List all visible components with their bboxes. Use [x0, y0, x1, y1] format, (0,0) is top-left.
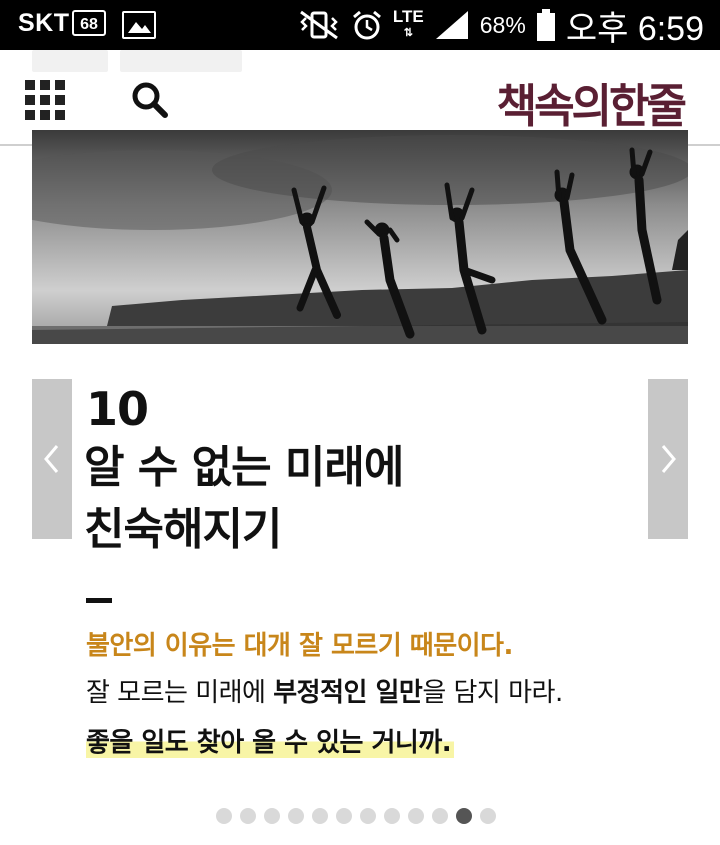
page-dot[interactable]: [360, 808, 376, 824]
hero-photo: [32, 130, 688, 344]
status-bar: SKT 68 LTE ⇅ 68% 오후 6:59: [0, 0, 720, 50]
ghost-tab: [32, 50, 108, 72]
next-slide-button[interactable]: [648, 379, 688, 539]
signal-icon: [435, 11, 468, 39]
search-icon[interactable]: [130, 80, 170, 120]
clock: 오후 6:59: [565, 9, 704, 48]
battery-percent: 68%: [479, 11, 526, 38]
highlighted-text: 좋을 일도 찾아 올 수 있는 거니까.: [86, 728, 455, 758]
page-dot[interactable]: [336, 808, 352, 824]
card-title-line: 친숙해지기: [84, 504, 282, 555]
ghost-tab: [120, 50, 242, 72]
page-dot[interactable]: [480, 808, 496, 824]
page-dot[interactable]: [240, 808, 256, 824]
status-icons: LTE ⇅ 68% 오후 6:59: [297, 4, 704, 48]
quote-text: 을 담지 마라.: [422, 678, 563, 708]
app-logo[interactable]: 책속의한줄: [497, 68, 687, 135]
page-dot[interactable]: [216, 808, 232, 824]
prev-slide-button[interactable]: [32, 379, 72, 539]
page-dot[interactable]: [288, 808, 304, 824]
card-title: 알 수 없는 미래에 친숙해지기: [84, 437, 404, 561]
quote-line: 잘 모르는 미래에 부정적인 일만을 담지 마라.: [86, 672, 563, 709]
page-dot[interactable]: [312, 808, 328, 824]
page-dot[interactable]: [408, 808, 424, 824]
notification-badge: 68: [72, 10, 106, 36]
battery-icon: [536, 9, 555, 41]
page-indicator: [216, 808, 496, 824]
alarm-icon: [352, 10, 381, 40]
quote-line-accent: 불안의 이유는 대개 잘 모르기 때문이다.: [86, 631, 513, 661]
carrier-label: SKT: [18, 9, 70, 37]
quote-emphasis: 부정적인 일만: [273, 678, 423, 708]
chevron-left-icon: [44, 445, 59, 473]
card-number: 10: [86, 382, 149, 436]
network-type: LTE ⇅: [392, 7, 424, 39]
grid-menu-icon[interactable]: [25, 80, 65, 120]
page-dot[interactable]: [384, 808, 400, 824]
chevron-right-icon: [661, 445, 676, 473]
quote-line-highlight: 좋을 일도 찾아 올 수 있는 거니까.: [86, 722, 455, 759]
page-dot[interactable]: [456, 808, 472, 824]
divider: [86, 598, 112, 603]
quote-text: 잘 모르는 미래에: [86, 678, 274, 708]
page-dot[interactable]: [432, 808, 448, 824]
page-dot[interactable]: [264, 808, 280, 824]
gallery-icon: [122, 11, 156, 39]
card-title-line: 알 수 없는 미래에: [84, 442, 404, 493]
vibrate-mute-icon: [300, 10, 338, 40]
